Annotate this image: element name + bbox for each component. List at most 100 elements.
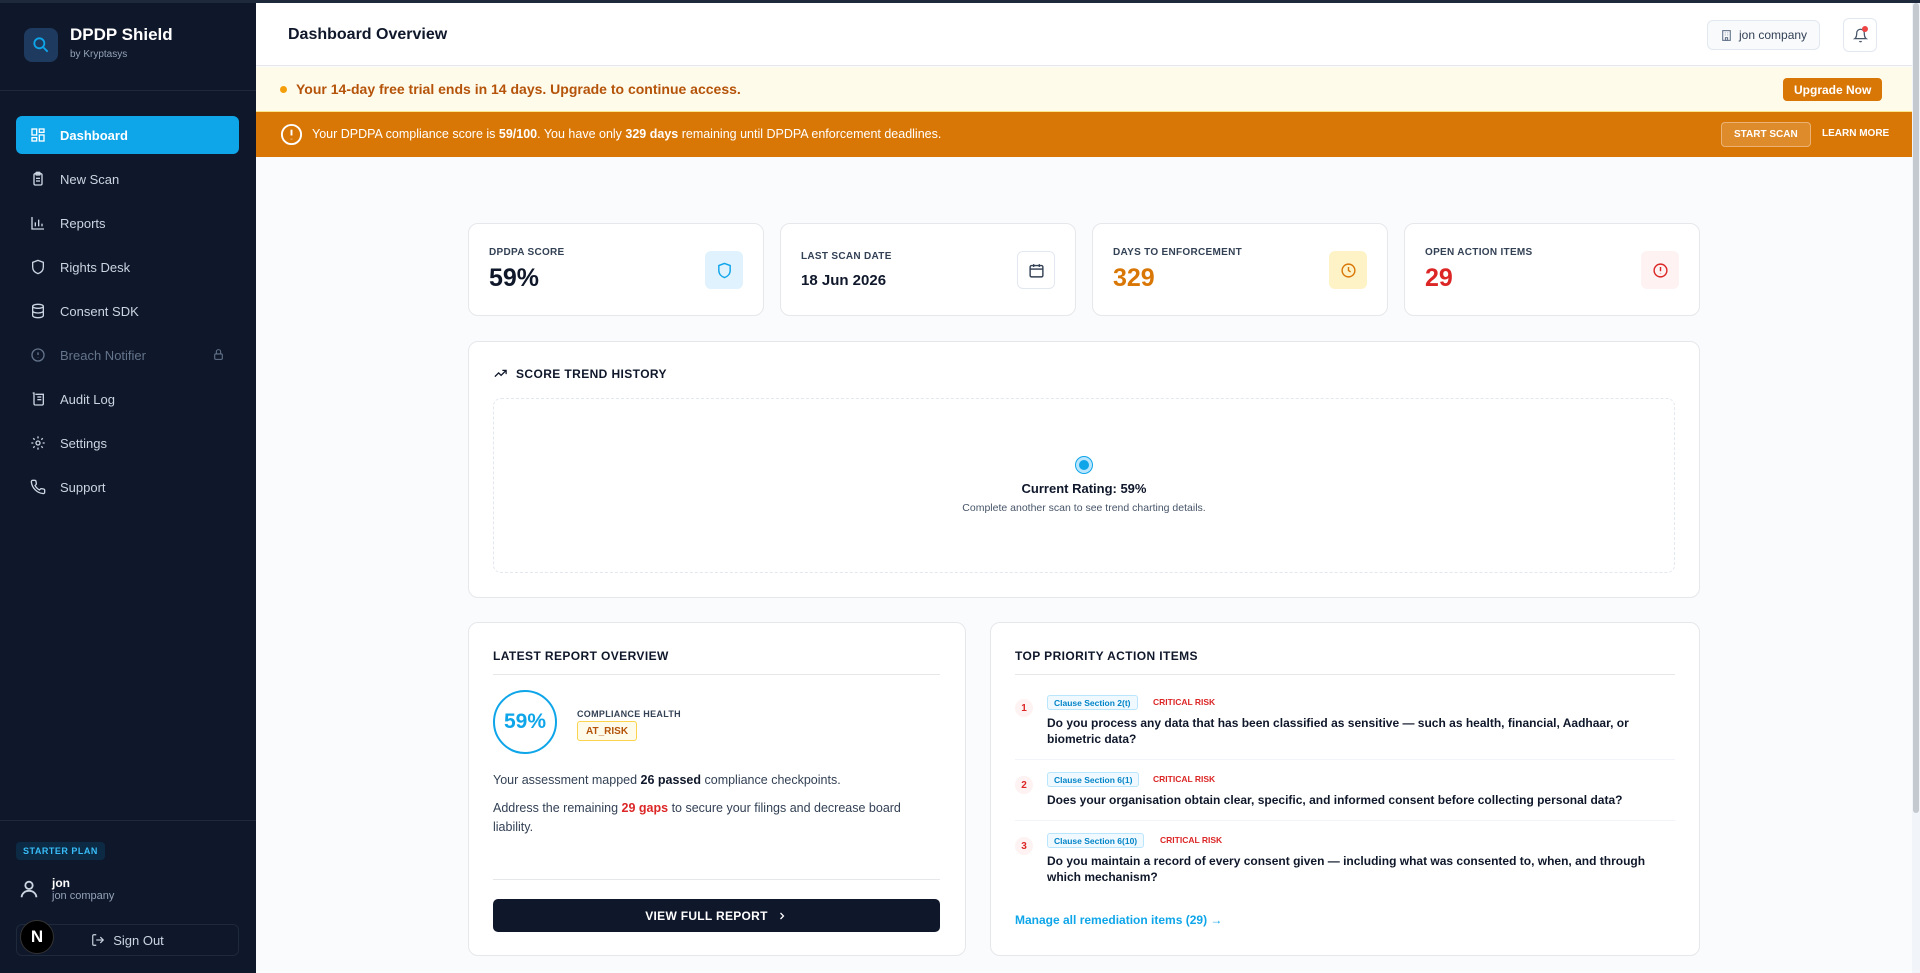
action-item-number: 2 xyxy=(1015,776,1033,794)
chevron-right-icon xyxy=(779,912,785,919)
shield-search-icon xyxy=(24,28,58,62)
sidebar-item-label: Reports xyxy=(60,215,106,231)
company-name: jon company xyxy=(1739,28,1808,42)
divider xyxy=(493,879,940,880)
plan-badge: STARTER PLAN xyxy=(16,842,105,860)
building-icon xyxy=(1722,29,1731,41)
compliance-alert-banner: Your DPDPA compliance score is 59/100. Y… xyxy=(256,112,1912,157)
action-question: Does your organisation obtain clear, spe… xyxy=(1047,793,1623,807)
stat-card-last-scan: LAST SCAN DATE 18 Jun 2026 xyxy=(780,223,1076,316)
learn-more-link[interactable]: LEARN MORE xyxy=(1822,128,1889,139)
lock-icon xyxy=(214,349,223,360)
company-selector-button[interactable]: jon company xyxy=(1707,20,1821,50)
sidebar-item-dashboard[interactable]: Dashboard xyxy=(16,116,239,154)
phone-icon xyxy=(30,479,46,495)
risk-label: CRITICAL RISK xyxy=(1153,774,1216,784)
status-badge: AT_RISK xyxy=(577,721,638,741)
sidebar-item-new-scan[interactable]: New Scan xyxy=(16,160,239,198)
page-title: Dashboard Overview xyxy=(288,26,448,43)
clause-tag: Clause Section 6(1) xyxy=(1047,772,1140,787)
stat-label: LAST SCAN DATE xyxy=(801,251,892,262)
sidebar-item-label: Settings xyxy=(60,435,107,451)
page-scrollbar[interactable] xyxy=(1912,0,1920,973)
view-full-report-label: VIEW FULL REPORT xyxy=(645,908,768,923)
sidebar-item-audit-log[interactable]: Audit Log xyxy=(16,380,239,418)
health-label: COMPLIANCE HEALTH xyxy=(577,709,681,719)
alert-circle-icon xyxy=(1641,251,1679,289)
trend-header: SCORE TREND HISTORY xyxy=(493,366,667,381)
report-title: LATEST REPORT OVERVIEW xyxy=(493,649,669,663)
action-item[interactable]: 2 Clause Section 6(1) CRITICAL RISK Does… xyxy=(1015,772,1675,810)
user-avatar-icon xyxy=(16,876,42,902)
logout-icon xyxy=(92,934,105,946)
notification-dot xyxy=(1862,26,1868,32)
user-profile[interactable]: jon jon company xyxy=(16,876,114,902)
sidebar-item-label: Breach Notifier xyxy=(60,347,146,363)
sidebar-item-consent-sdk[interactable]: Consent SDK xyxy=(16,292,239,330)
notifications-button[interactable] xyxy=(1843,18,1877,52)
sidebar-nav: Dashboard New Scan Reports Rights Desk C… xyxy=(16,116,239,512)
risk-label: CRITICAL RISK xyxy=(1153,697,1216,707)
stat-label: DPDPA SCORE xyxy=(489,247,565,258)
stat-value: 59% xyxy=(489,264,540,292)
action-item[interactable]: 1 Clause Section 2(t) CRITICAL RISK Do y… xyxy=(1015,695,1675,749)
stat-label: OPEN ACTION ITEMS xyxy=(1425,247,1533,258)
sidebar-item-rights-desk[interactable]: Rights Desk xyxy=(16,248,239,286)
sidebar-item-reports[interactable]: Reports xyxy=(16,204,239,242)
top-header: Dashboard Overview jon company xyxy=(256,3,1912,66)
action-item-number: 3 xyxy=(1015,837,1033,855)
trend-title: SCORE TREND HISTORY xyxy=(516,366,667,381)
report-summary-2: Address the remaining 29 gaps to secure … xyxy=(493,801,901,834)
scrollbar-thumb[interactable] xyxy=(1913,3,1919,813)
action-question: Do you process any data that has been cl… xyxy=(1047,716,1629,746)
start-scan-button[interactable]: START SCAN xyxy=(1721,122,1811,147)
sidebar-item-label: New Scan xyxy=(60,171,120,187)
manage-remediation-link[interactable]: Manage all remediation items (29) → xyxy=(1015,913,1222,927)
actions-title: TOP PRIORITY ACTION ITEMS xyxy=(1015,649,1198,663)
sidebar-item-settings[interactable]: Settings xyxy=(16,424,239,462)
report-summary-1: Your assessment mapped 26 passed complia… xyxy=(493,773,841,787)
score-trend-card: SCORE TREND HISTORY Current Rating: 59% … xyxy=(468,341,1700,598)
stat-card-action-items: OPEN ACTION ITEMS 29 xyxy=(1404,223,1700,316)
sidebar-item-label: Rights Desk xyxy=(60,259,131,275)
trial-text: Your 14-day free trial ends in 14 days. … xyxy=(296,81,741,97)
current-rating-point[interactable] xyxy=(1076,457,1092,473)
clause-tag: Clause Section 6(10) xyxy=(1047,833,1145,848)
upgrade-now-button[interactable]: Upgrade Now xyxy=(1783,78,1883,101)
sidebar-item-label: Dashboard xyxy=(60,127,128,143)
trending-up-icon xyxy=(494,369,507,378)
clipboard-icon xyxy=(33,171,43,186)
main-content: Dashboard Overview jon company Your 14-d… xyxy=(256,0,1920,973)
user-name: jon xyxy=(52,876,70,890)
clause-tag: Clause Section 2(t) xyxy=(1047,695,1138,710)
brand-subtitle: by Kryptasys xyxy=(70,49,128,60)
trial-dot xyxy=(280,86,287,93)
divider xyxy=(0,90,256,91)
divider xyxy=(1015,674,1675,675)
user-company: jon company xyxy=(52,890,115,902)
n-badge-button[interactable]: N xyxy=(20,920,54,954)
bar-chart-icon xyxy=(31,217,44,230)
view-full-report-button[interactable]: VIEW FULL REPORT xyxy=(493,899,940,932)
current-rating: Current Rating: 59% xyxy=(1021,481,1147,496)
trend-chart-area: Current Rating: 59% Complete another sca… xyxy=(493,398,1675,573)
brand-title: DPDP Shield xyxy=(70,25,173,44)
stat-label: DAYS TO ENFORCEMENT xyxy=(1113,247,1243,258)
sidebar-item-label: Consent SDK xyxy=(60,303,139,319)
sidebar-item-support[interactable]: Support xyxy=(16,468,239,506)
action-item[interactable]: 3 Clause Section 6(10) CRITICAL RISK Do … xyxy=(1015,833,1675,887)
trial-banner: Your 14-day free trial ends in 14 days. … xyxy=(256,67,1912,112)
sidebar: DPDP Shield by Kryptasys Dashboard New S… xyxy=(0,0,256,973)
divider xyxy=(1015,759,1675,760)
sign-out-label: Sign Out xyxy=(113,932,164,948)
scroll-icon xyxy=(32,392,44,406)
alert-circle-icon xyxy=(31,348,45,362)
trend-hint: Complete another scan to see trend chart… xyxy=(962,502,1206,514)
latest-report-card: LATEST REPORT OVERVIEW 59% COMPLIANCE HE… xyxy=(468,622,966,956)
brand[interactable]: DPDP Shield by Kryptasys xyxy=(24,24,173,62)
database-icon xyxy=(32,303,44,319)
action-items-card: TOP PRIORITY ACTION ITEMS 1 Clause Secti… xyxy=(990,622,1700,956)
divider xyxy=(493,674,940,675)
clock-icon xyxy=(1329,251,1367,289)
sidebar-item-breach-notifier[interactable]: Breach Notifier xyxy=(16,336,239,374)
